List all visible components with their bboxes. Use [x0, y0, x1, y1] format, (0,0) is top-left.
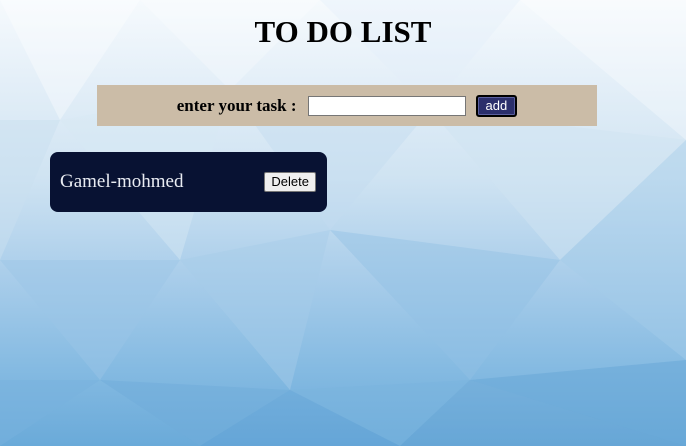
task-input-label: enter your task : [176, 95, 297, 115]
add-button[interactable]: add [475, 94, 518, 117]
task-item: Gamel-mohmed Delete [50, 152, 327, 212]
task-list: Gamel-mohmed Delete [50, 152, 327, 212]
task-input-bar: enter your task : add [97, 85, 597, 126]
task-text: Gamel-mohmed [60, 171, 184, 192]
background-polygons [0, 0, 686, 446]
task-input[interactable] [307, 95, 466, 116]
page-title: TO DO LIST [254, 14, 432, 49]
delete-button[interactable]: Delete [264, 172, 316, 192]
